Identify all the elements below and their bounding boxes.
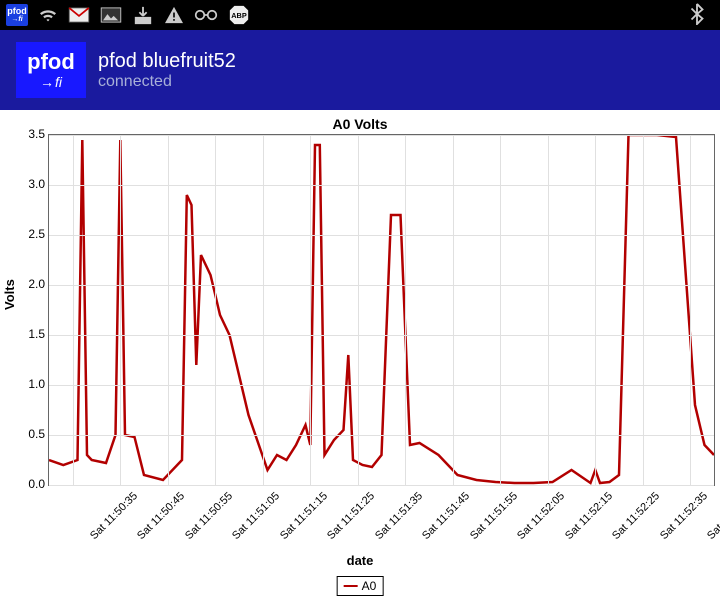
- pfod-mini-icon: pfod→fi: [6, 4, 28, 26]
- plot-region[interactable]: [48, 134, 715, 486]
- x-tick: Sat 11:52:15: [563, 490, 615, 542]
- y-tick: 3.0: [28, 177, 45, 191]
- x-tick: Sat 11:52:35: [658, 490, 710, 542]
- chart-title: A0 Volts: [0, 116, 720, 132]
- x-tick: Sat 11:50:45: [135, 490, 187, 542]
- y-tick: 2.0: [28, 277, 45, 291]
- logo-text-bottom: fi: [40, 75, 62, 89]
- line-series-a0: [49, 135, 714, 485]
- x-tick: Sat 11:51:15: [278, 490, 330, 542]
- x-axis-label: date: [0, 553, 720, 568]
- android-status-bar: pfod→fi ABP: [0, 0, 720, 30]
- x-tick: Sat 11:50:35: [88, 490, 140, 542]
- y-tick: 1.0: [28, 377, 45, 391]
- wifi-icon: [38, 7, 58, 23]
- chart-area[interactable]: A0 Volts Volts date A0 0.0 0.5 1.0 1.5 2.0 2.…: [0, 110, 720, 600]
- x-tick: Sat 11:51:25: [325, 490, 377, 542]
- app-title-bar: pfod fi pfod bluefruit52 connected: [0, 30, 720, 110]
- y-tick: 3.5: [28, 127, 45, 141]
- connection-status: connected: [98, 73, 236, 91]
- y-axis-label: Volts: [2, 279, 17, 310]
- svg-text:ABP: ABP: [231, 11, 247, 20]
- warning-icon: [164, 6, 184, 24]
- x-tick: Sat 11:51:55: [468, 490, 520, 542]
- x-tick: Sat 11:51:45: [420, 490, 472, 542]
- mail-icon: [68, 7, 90, 23]
- legend: A0: [337, 576, 384, 596]
- logo-text-top: pfod: [27, 51, 75, 73]
- bluetooth-icon: [690, 3, 704, 25]
- abp-icon: ABP: [228, 4, 250, 26]
- glasses-icon: [194, 8, 218, 22]
- x-tick: Sat 11:51:35: [373, 490, 425, 542]
- x-tick: Sat 11:52:05: [515, 490, 567, 542]
- x-tick: Sat 11:51:05: [230, 490, 282, 542]
- y-tick: 1.5: [28, 327, 45, 341]
- legend-label: A0: [362, 579, 377, 593]
- legend-swatch-icon: [344, 585, 358, 587]
- y-tick: 0.5: [28, 427, 45, 441]
- download-me-icon: [132, 5, 154, 25]
- device-name: pfod bluefruit52: [98, 50, 236, 73]
- y-tick: 0.0: [28, 477, 45, 491]
- pfod-logo: pfod fi: [16, 42, 86, 98]
- x-tick: Sat 11:52:25: [610, 490, 662, 542]
- y-tick: 2.5: [28, 227, 45, 241]
- x-tick: Sat 11:50:55: [183, 490, 235, 542]
- picture-icon: [100, 7, 122, 23]
